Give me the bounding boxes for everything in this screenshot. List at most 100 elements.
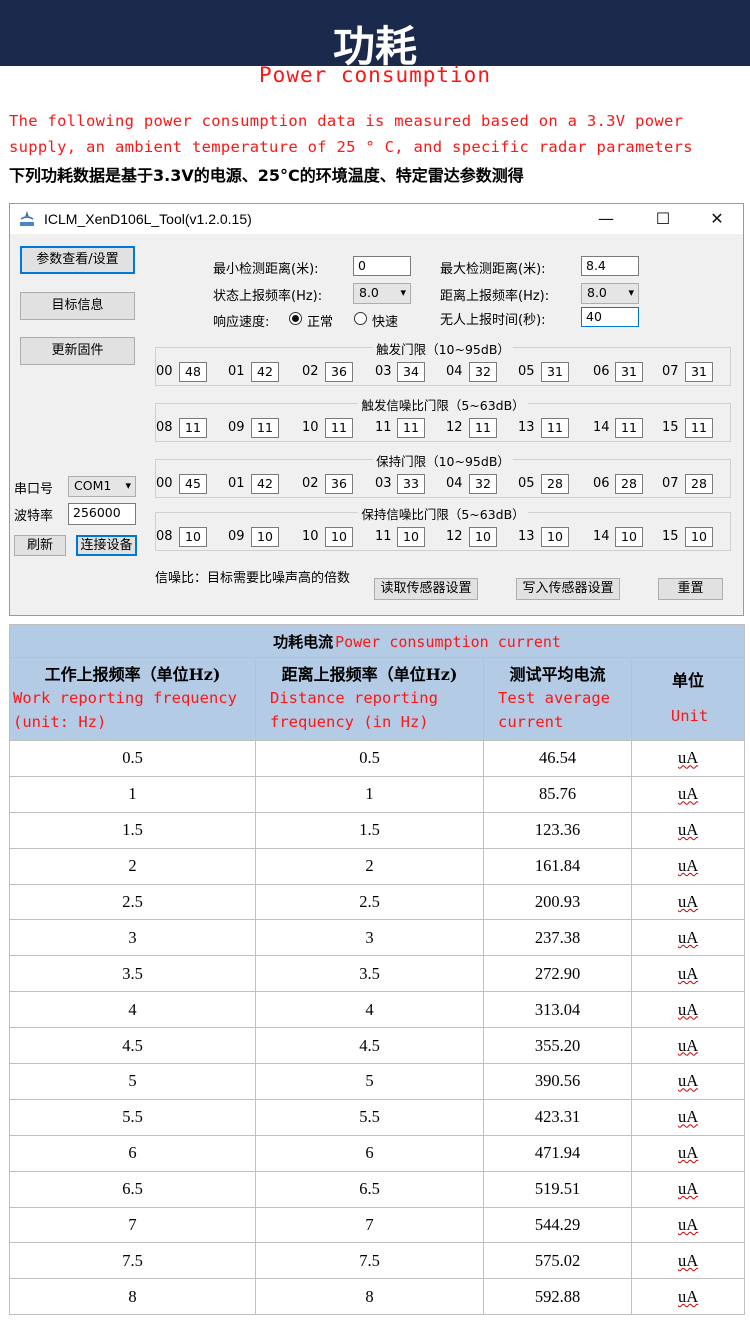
table-body: 0.5 0.5 46.54 uA 1 1 85.76 uA 1.5 1.5 123.36 uA 2 2 16… (9, 740, 746, 1316)
serial-port-select[interactable]: COM1 ▾ (68, 476, 136, 497)
gate-value-input[interactable]: 10 (469, 527, 497, 547)
gate-value-input[interactable]: 45 (179, 474, 207, 494)
cell-avg-current: 46.54 (483, 740, 632, 777)
gate-value-input[interactable]: 10 (685, 527, 713, 547)
gate-value-input[interactable]: 42 (251, 362, 279, 382)
gate-value-input[interactable]: 11 (179, 418, 207, 438)
group-title: 触发门限（10~95dB） (373, 342, 513, 357)
minimize-icon[interactable]: — (594, 207, 618, 231)
gate-value-input[interactable]: 31 (615, 362, 643, 382)
gate-index-label: 10 (302, 420, 319, 435)
header-banner: 功耗 Power consumption (0, 0, 750, 88)
gate-index-label: 13 (518, 529, 535, 544)
gate-value-input[interactable]: 10 (325, 527, 353, 547)
close-icon[interactable]: ✕ (705, 207, 729, 231)
cell-work-freq: 4 (9, 991, 256, 1029)
gate-value-input[interactable]: 28 (685, 474, 713, 494)
gate-value-input[interactable]: 11 (615, 418, 643, 438)
chevron-down-icon: ▾ (125, 479, 131, 492)
power-consumption-table: 功耗电流 Power consumption current 工作上报频率（单位H… (8, 624, 746, 1316)
gate-index-label: 06 (593, 364, 610, 379)
distance-freq-select[interactable]: 8.0 ▾ (581, 283, 639, 304)
min-distance-input[interactable]: 0 (353, 256, 411, 276)
cell-unit: uA (630, 1063, 746, 1100)
gate-value-input[interactable]: 10 (179, 527, 207, 547)
gate-index-label: 04 (446, 364, 463, 379)
gate-value-input[interactable]: 42 (251, 474, 279, 494)
refresh-button[interactable]: 刷新 (14, 535, 66, 556)
table-row: 5 5 390.56 uA (9, 1063, 746, 1100)
gate-value-input[interactable]: 36 (325, 362, 353, 382)
table-row: 6.5 6.5 519.51 uA (9, 1170, 746, 1208)
header-en: current (498, 713, 564, 731)
gate-value-input[interactable]: 32 (469, 362, 497, 382)
gate-value-input[interactable]: 34 (397, 362, 425, 382)
header-cn: 工作上报频率（单位Hz) (44, 665, 221, 684)
maximize-icon[interactable]: ☐ (651, 207, 675, 231)
cell-unit: uA (630, 1098, 746, 1136)
cell-avg-current: 423.31 (483, 1098, 632, 1136)
response-fast-radio[interactable] (354, 312, 367, 325)
gate-index-label: 11 (375, 420, 392, 435)
cell-distance-freq: 6.5 (255, 1170, 484, 1208)
gate-value-input[interactable]: 28 (541, 474, 569, 494)
gate-value-input[interactable]: 31 (541, 362, 569, 382)
state-freq-label: 状态上报频率(Hz): (213, 289, 323, 304)
cell-unit: uA (630, 1170, 746, 1208)
cell-unit: uA (630, 740, 746, 777)
group-title: 保持门限（10~95dB） (373, 454, 513, 469)
baud-rate-input[interactable]: 256000 (68, 503, 136, 525)
table-row: 4.5 4.5 355.20 uA (9, 1027, 746, 1065)
gate-value-input[interactable]: 10 (251, 527, 279, 547)
gate-value-input[interactable]: 11 (325, 418, 353, 438)
reset-button[interactable]: 重置 (658, 578, 723, 600)
gate-value-input[interactable]: 10 (615, 527, 643, 547)
gate-value-input[interactable]: 31 (685, 362, 713, 382)
gate-value-input[interactable]: 11 (541, 418, 569, 438)
table-caption-cn: 功耗电流 (273, 632, 334, 651)
gate-value-input[interactable]: 36 (325, 474, 353, 494)
header-work-freq: 工作上报频率（单位Hz) Work reporting frequency (uni… (9, 657, 256, 741)
chevron-down-icon: ▾ (400, 286, 406, 299)
header-en: frequency (in Hz) (270, 713, 429, 731)
cell-distance-freq: 3.5 (255, 955, 484, 993)
gate-value-input[interactable]: 11 (251, 418, 279, 438)
cell-work-freq: 6 (9, 1134, 256, 1172)
gate-value-input[interactable]: 28 (615, 474, 643, 494)
gate-index-label: 02 (302, 364, 319, 379)
max-distance-input[interactable]: 8.4 (581, 256, 639, 276)
gate-value-input[interactable]: 11 (397, 418, 425, 438)
read-sensor-settings-button[interactable]: 读取传感器设置 (374, 578, 478, 600)
cell-work-freq: 1 (9, 775, 256, 813)
cell-distance-freq: 1 (255, 775, 484, 813)
group-title: 保持信噪比门限（5~63dB） (358, 507, 528, 522)
gate-value-input[interactable]: 33 (397, 474, 425, 494)
gate-index-label: 09 (228, 420, 245, 435)
page-subtitle: Power consumption (0, 63, 750, 88)
response-normal-radio[interactable] (289, 312, 302, 325)
baud-rate-label: 波特率 (14, 509, 54, 524)
cell-work-freq: 0.5 (9, 740, 256, 777)
cell-avg-current: 200.93 (483, 883, 632, 921)
table-caption: 功耗电流 Power consumption current (8, 624, 746, 658)
gate-index-label: 01 (228, 476, 245, 491)
connect-device-button[interactable]: 连接设备 (76, 535, 137, 556)
gate-value-input[interactable]: 48 (179, 362, 207, 382)
gate-value-input[interactable]: 32 (469, 474, 497, 494)
serial-port-value: COM1 (74, 478, 112, 493)
cell-unit: uA (630, 883, 746, 921)
target-info-button[interactable]: 目标信息 (20, 292, 135, 320)
state-freq-select[interactable]: 8.0 ▾ (353, 283, 411, 304)
gate-value-input[interactable]: 10 (541, 527, 569, 547)
write-sensor-settings-button[interactable]: 写入传感器设置 (516, 578, 620, 600)
table-row: 5.5 5.5 423.31 uA (9, 1098, 746, 1136)
params-view-set-button[interactable]: 参数查看/设置 (20, 246, 135, 274)
gate-value-input[interactable]: 10 (397, 527, 425, 547)
gate-value-input[interactable]: 11 (685, 418, 713, 438)
no-person-time-input[interactable]: 40 (581, 307, 639, 327)
table-row: 2.5 2.5 200.93 uA (9, 883, 746, 921)
update-firmware-button[interactable]: 更新固件 (20, 337, 135, 365)
cell-work-freq: 3 (9, 919, 256, 957)
table-row: 7.5 7.5 575.02 uA (9, 1242, 746, 1280)
gate-value-input[interactable]: 11 (469, 418, 497, 438)
